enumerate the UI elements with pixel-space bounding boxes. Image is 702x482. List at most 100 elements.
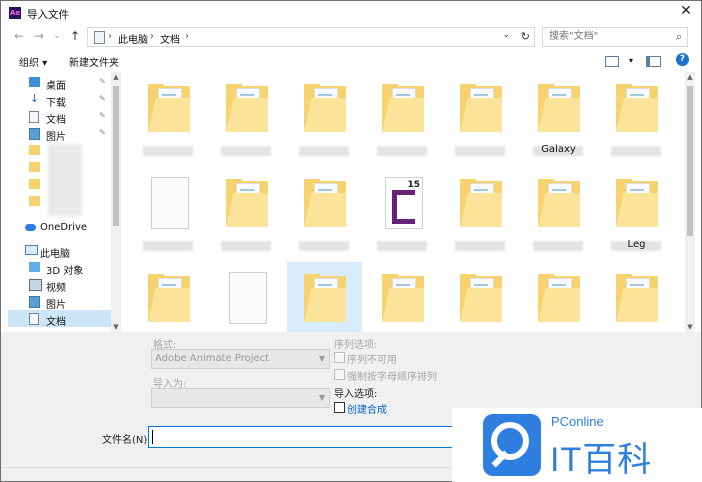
file-item[interactable] (443, 167, 518, 255)
picture-icon (29, 296, 40, 308)
video-icon (29, 279, 42, 291)
folder-icon (616, 179, 658, 227)
search-box[interactable]: ⌕ (542, 27, 688, 47)
redacted-label (221, 241, 271, 251)
scroll-down-icon[interactable]: ▼ (685, 323, 695, 331)
change-view-icon[interactable] (605, 56, 619, 67)
sidebar-item-pictures[interactable]: 图片 ✎ (8, 125, 111, 143)
up-arrow-icon[interactable]: ↑ (67, 28, 83, 44)
breadcrumb-this-pc[interactable]: 此电脑 (118, 31, 148, 46)
folder-icon (304, 274, 346, 322)
back-arrow-icon[interactable]: ← (11, 28, 27, 44)
sidebar-item-this-pc[interactable]: 此电脑 (8, 242, 111, 260)
sidebar-item-downloads[interactable]: ↓ 下载 ✎ (8, 91, 111, 109)
breadcrumb-separator: › (185, 31, 189, 42)
scroll-up-icon[interactable]: ▲ (685, 73, 695, 81)
download-icon: ↓ (29, 92, 40, 105)
file-item[interactable] (521, 262, 596, 332)
file-item[interactable] (365, 262, 440, 332)
computer-icon (94, 31, 105, 44)
sidebar-item-label: 3D 对象 (46, 266, 84, 277)
sidebar-item-label: OneDrive (40, 222, 88, 233)
filename-input[interactable] (148, 426, 470, 448)
scroll-down-icon[interactable]: ▼ (111, 323, 121, 331)
picture-icon (29, 128, 40, 140)
file-item[interactable] (443, 72, 518, 160)
title-bar: Ae 导入文件 ✕ (1, 1, 701, 26)
filename-label: 文件名(N): (102, 435, 151, 446)
sidebar-item-label: 此电脑 (40, 249, 70, 260)
file-item[interactable] (209, 167, 284, 255)
sidebar-item-3d-objects[interactable]: 3D 对象 (8, 259, 111, 277)
sequence-options-label: 序列选项: (334, 340, 378, 351)
address-bar[interactable]: › 此电脑 › 文档 › ⌄ ↻ (87, 27, 535, 47)
file-item[interactable] (131, 72, 206, 160)
file-item[interactable] (599, 262, 674, 332)
folder-icon (538, 274, 580, 322)
refresh-icon[interactable]: ↻ (521, 30, 530, 43)
search-icon[interactable]: ⌕ (676, 30, 682, 44)
pin-icon: ✎ (99, 77, 106, 86)
folder-icon (148, 274, 190, 322)
file-item[interactable] (209, 72, 284, 160)
document-icon (29, 111, 39, 123)
new-folder-button[interactable]: 新建文件夹 (69, 54, 119, 69)
file-item[interactable] (287, 262, 362, 332)
file-item[interactable] (365, 72, 440, 160)
sidebar-item-videos[interactable]: 视频 (8, 276, 111, 294)
file-item[interactable] (287, 72, 362, 160)
file-item[interactable] (521, 167, 596, 255)
sidebar-item-documents[interactable]: 文档 ✎ (8, 108, 111, 126)
document-icon (229, 272, 267, 324)
sidebar-item-label: 桌面 (46, 81, 66, 92)
divider (1, 467, 461, 468)
sequence-checkbox[interactable] (334, 352, 345, 363)
file-item[interactable] (287, 167, 362, 255)
format-select[interactable]: Adobe Animate Project ▼ (151, 349, 330, 369)
import-as-select[interactable]: ▼ (151, 388, 330, 408)
sidebar-item-pictures-pc[interactable]: 图片 (8, 293, 111, 311)
scrollbar-thumb[interactable] (687, 86, 693, 236)
file-item-label: Leg (627, 239, 646, 250)
file-item[interactable]: Leg (599, 167, 674, 255)
view-dropdown-icon[interactable]: ▾ (629, 56, 633, 65)
force-alphabetical-checkbox[interactable] (334, 369, 345, 380)
folder-icon (382, 274, 424, 322)
file-item[interactable]: 15 (365, 167, 440, 255)
breadcrumb-separator: › (150, 31, 154, 42)
close-icon[interactable]: ✕ (679, 4, 693, 18)
search-input[interactable] (543, 28, 675, 44)
sidebar-item-desktop[interactable]: 桌面 ✎ (8, 74, 111, 92)
redacted-label (455, 241, 505, 251)
sidebar-item-onedrive[interactable]: OneDrive (8, 219, 111, 236)
navigation-pane: 桌面 ✎ ↓ 下载 ✎ 文档 ✎ 图片 ✎ 201 (8, 72, 121, 332)
navigation-pane-scrollbar[interactable]: ▲ ▼ (111, 72, 121, 332)
address-dropdown-icon[interactable]: ⌄ (502, 30, 510, 40)
sidebar-item-documents-pc[interactable]: 文档 (8, 310, 111, 328)
import-options-label: 导入选项: (334, 389, 378, 400)
file-item[interactable] (131, 167, 206, 255)
file-item-label: Galaxy (541, 144, 576, 155)
forward-arrow-icon[interactable]: → (31, 28, 47, 44)
help-icon[interactable]: ? (676, 53, 689, 66)
create-composition-checkbox[interactable] (334, 402, 345, 413)
breadcrumb-documents[interactable]: 文档 (160, 31, 180, 46)
file-item[interactable] (131, 262, 206, 332)
file-item[interactable]: Galaxy (521, 72, 596, 160)
breadcrumb-separator: › (108, 31, 112, 42)
file-item[interactable] (599, 72, 674, 160)
file-item[interactable] (443, 262, 518, 332)
file-list-scrollbar[interactable]: ▲ ▼ (685, 72, 695, 332)
organize-menu-button[interactable]: 组织 ▾ (19, 54, 47, 69)
create-composition-label[interactable]: 创建合成 (347, 401, 387, 416)
scrollbar-thumb[interactable] (113, 86, 119, 226)
recent-locations-dropdown-icon[interactable]: ⌄ (49, 28, 65, 44)
file-list-view: Galaxy 15 Leg (123, 72, 683, 332)
preview-pane-icon[interactable] (646, 56, 661, 67)
scroll-up-icon[interactable]: ▲ (111, 73, 121, 81)
file-item[interactable] (209, 262, 284, 332)
magnifier-lens (491, 422, 529, 460)
chevron-down-icon: ▼ (318, 393, 325, 402)
folder-icon (29, 145, 40, 155)
redacted-label (377, 241, 427, 251)
